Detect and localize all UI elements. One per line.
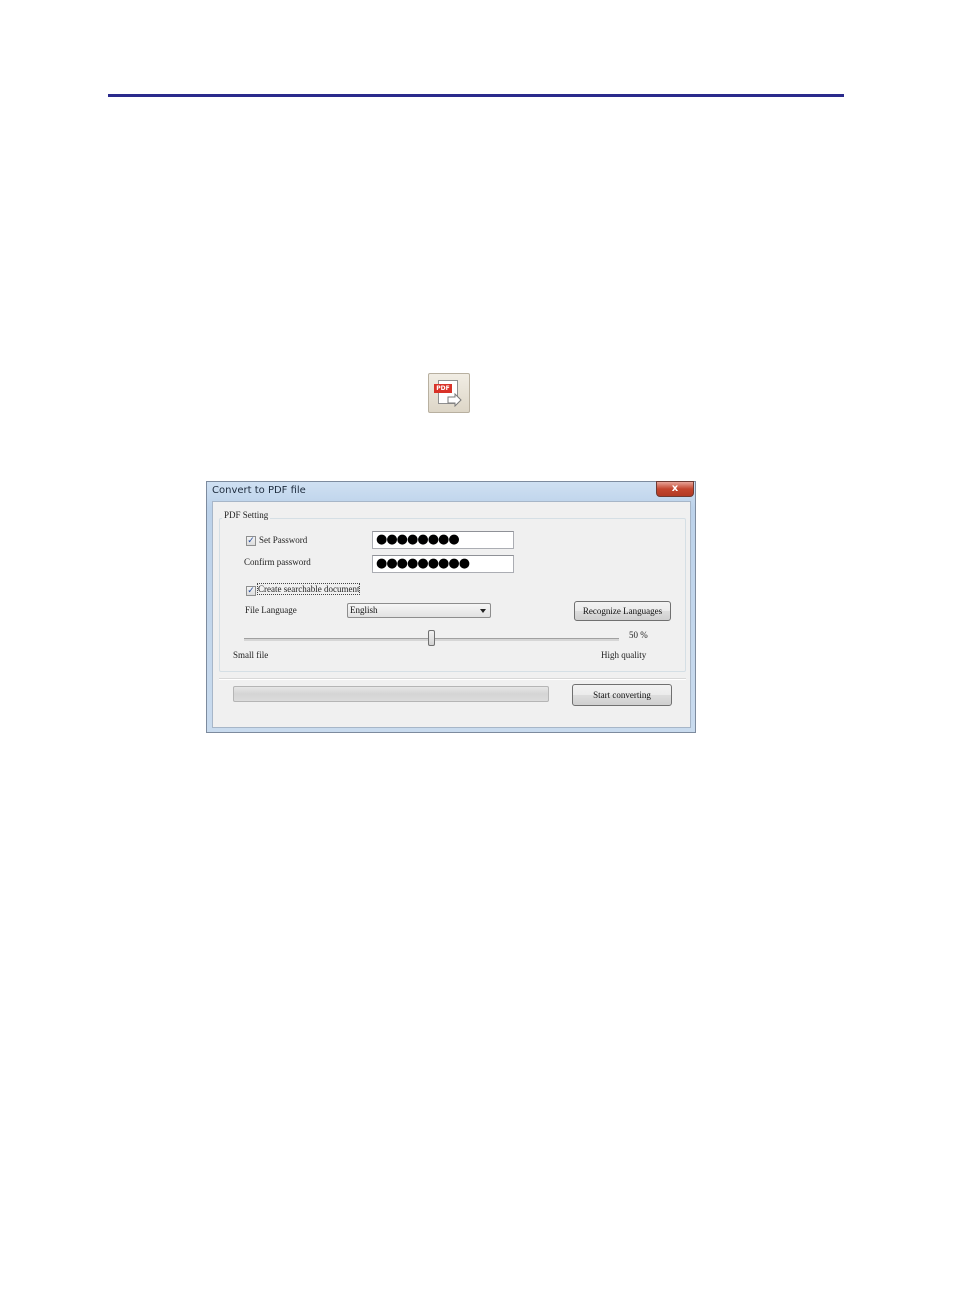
close-button[interactable]: x	[656, 481, 694, 497]
start-converting-button[interactable]: Start converting	[572, 684, 672, 706]
high-quality-label: High quality	[601, 650, 647, 660]
separator	[219, 678, 686, 680]
dialog-client-area: PDF Setting ✓ Set Password ●●●●●●●● Conf…	[212, 501, 691, 728]
conversion-progress-bar	[233, 686, 549, 702]
searchable-document-checkbox[interactable]: ✓	[246, 586, 256, 596]
confirm-password-label: Confirm password	[244, 557, 311, 567]
header-rule	[108, 94, 844, 97]
file-language-label: File Language	[245, 605, 297, 615]
password-field[interactable]: ●●●●●●●●	[372, 531, 514, 549]
quality-slider-thumb[interactable]	[428, 630, 435, 646]
recognize-languages-button[interactable]: Recognize Languages	[574, 601, 671, 621]
file-language-value: English	[350, 605, 378, 615]
confirm-password-field[interactable]: ●●●●●●●●●	[372, 555, 514, 573]
set-password-checkbox[interactable]: ✓	[246, 536, 256, 546]
convert-to-pdf-toolbar-button[interactable]: PDF	[428, 373, 470, 413]
chevron-down-icon	[480, 609, 486, 613]
convert-to-pdf-dialog: Convert to PDF file x PDF Setting ✓ Set …	[206, 481, 696, 733]
file-language-select[interactable]: English	[347, 603, 491, 618]
pdf-badge: PDF	[434, 384, 452, 393]
searchable-document-label: Create searchable document	[256, 583, 361, 595]
arrow-icon	[447, 393, 462, 407]
set-password-label: Set Password	[259, 535, 308, 545]
quality-value: 50 %	[629, 630, 648, 640]
small-file-label: Small file	[233, 650, 269, 660]
dialog-title: Convert to PDF file	[212, 485, 306, 496]
pdf-setting-group-label: PDF Setting	[222, 510, 271, 520]
